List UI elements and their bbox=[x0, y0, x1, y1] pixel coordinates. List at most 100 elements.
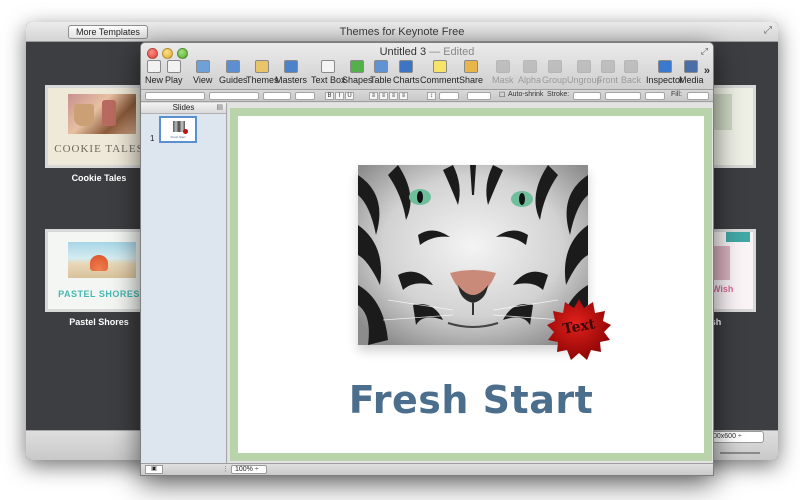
italic-button[interactable]: I bbox=[335, 92, 344, 100]
ungroup-icon bbox=[577, 60, 592, 73]
theme-label-pastel-shores: Pastel Shores bbox=[69, 317, 129, 327]
theme-thumb-title: Wish bbox=[712, 284, 734, 294]
auto-shrink-label: Auto-shrink bbox=[508, 91, 544, 98]
window-toolbar: Untitled 3 — Edited ⤢ New Play View Guides T… bbox=[141, 43, 713, 90]
auto-shrink-checkbox[interactable]: ☐ bbox=[499, 91, 505, 99]
font-family-select[interactable] bbox=[209, 92, 259, 100]
toolbar-label: Inspector bbox=[646, 75, 684, 85]
share-icon bbox=[464, 60, 479, 73]
partial-photo bbox=[712, 246, 730, 280]
toolbar-shapes-button[interactable]: Shapes bbox=[342, 60, 373, 85]
toolbar-label: Shapes bbox=[342, 75, 373, 85]
status-bar: ▣ ⋮ 100% ÷ bbox=[141, 463, 713, 475]
toolbar-view-button[interactable]: View bbox=[193, 60, 212, 85]
toolbar-mask-button[interactable]: Mask bbox=[492, 60, 514, 85]
themes-window-title: Themes for Keynote Free bbox=[339, 26, 465, 38]
font-size-field[interactable] bbox=[295, 92, 315, 100]
stroke-width-select[interactable] bbox=[605, 92, 641, 100]
align-justify-button[interactable]: ≡ bbox=[399, 92, 408, 100]
new-icon bbox=[147, 60, 161, 73]
front-icon bbox=[600, 60, 615, 73]
toolbar-front-button[interactable]: Front bbox=[597, 60, 618, 85]
resize-icon[interactable]: ⤢ bbox=[764, 25, 772, 36]
toolbar-label: Share bbox=[459, 75, 484, 85]
view-icon bbox=[195, 60, 210, 73]
theme-thumb-title: COOKIE TALES bbox=[54, 143, 144, 155]
toolbar-alpha-button[interactable]: Alpha bbox=[518, 60, 541, 85]
columns-select[interactable] bbox=[467, 92, 491, 100]
inspector-icon bbox=[657, 60, 672, 73]
bold-button[interactable]: B bbox=[325, 92, 334, 100]
align-center-button[interactable]: ≡ bbox=[379, 92, 388, 100]
toolbar-label: New bbox=[145, 75, 164, 85]
shapes-icon bbox=[350, 60, 365, 73]
comment-icon bbox=[432, 60, 447, 73]
masters-icon bbox=[284, 60, 298, 73]
slide-size-select[interactable]: 00x600 ÷ bbox=[710, 431, 764, 443]
thumbnail-size-slider[interactable] bbox=[720, 452, 760, 454]
toolbar-label: Charts bbox=[393, 75, 420, 85]
slide-content-area[interactable]: Text Fresh Start bbox=[238, 116, 704, 453]
toolbar-share-button[interactable]: Share bbox=[459, 60, 483, 85]
toolbar-overflow-icon[interactable]: » bbox=[704, 65, 710, 77]
slide-title[interactable]: Fresh Start bbox=[238, 378, 704, 422]
stroke-label: Stroke: bbox=[547, 91, 570, 98]
split-grip-icon[interactable]: ⋮ bbox=[222, 465, 229, 473]
toolbar-table-button[interactable]: Table bbox=[370, 60, 392, 85]
toolbar-play-button[interactable]: Play bbox=[165, 60, 183, 85]
theme-thumb-partial[interactable]: Wish bbox=[712, 229, 756, 312]
mini-slide-title: Fresh Start bbox=[170, 135, 186, 139]
fill-label: Fill: bbox=[671, 91, 682, 98]
toolbar-back-button[interactable]: Back bbox=[621, 60, 641, 85]
table-icon bbox=[373, 60, 388, 73]
zoom-select[interactable]: 100% ÷ bbox=[231, 465, 267, 474]
toolbar-new-button[interactable]: New bbox=[145, 60, 163, 85]
theme-thumb-partial[interactable] bbox=[712, 85, 756, 168]
toolbar-label: Media bbox=[679, 75, 704, 85]
document-name: Untitled 3 bbox=[379, 46, 427, 58]
toolbar-inspector-button[interactable]: Inspector bbox=[646, 60, 683, 85]
toolbar-label: Themes bbox=[246, 75, 279, 85]
font-typeface-select[interactable] bbox=[263, 92, 291, 100]
mini-seal-shape bbox=[183, 129, 188, 134]
document-title: Untitled 3 — Edited bbox=[141, 46, 713, 58]
align-right-button[interactable]: ≡ bbox=[389, 92, 398, 100]
slide-thumbnail-1[interactable]: Fresh Start bbox=[159, 116, 197, 143]
themes-window-titlebar[interactable]: More Templates Themes for Keynote Free ⤢ bbox=[26, 22, 778, 42]
slide-number: 1 bbox=[150, 134, 155, 143]
toolbar-themes-button[interactable]: Themes bbox=[246, 60, 279, 85]
slide-background[interactable]: Text Fresh Start bbox=[230, 108, 712, 461]
themes-icon bbox=[255, 60, 270, 73]
guides-icon bbox=[226, 60, 241, 73]
fullscreen-icon[interactable]: ⤢ bbox=[701, 46, 708, 57]
slide-canvas[interactable]: Text Fresh Start bbox=[228, 103, 713, 465]
toolbar-textbox-button[interactable]: Text Box bbox=[311, 60, 346, 85]
toolbar-label: Masters bbox=[275, 75, 308, 85]
document-status: — Edited bbox=[429, 46, 475, 58]
mask-icon bbox=[495, 60, 510, 73]
media-icon bbox=[684, 60, 699, 73]
group-icon bbox=[547, 60, 562, 73]
toolbar-media-button[interactable]: Media bbox=[679, 60, 704, 85]
stroke-color-well[interactable] bbox=[645, 92, 665, 100]
toolbar-masters-button[interactable]: Masters bbox=[275, 60, 307, 85]
style-select[interactable] bbox=[145, 92, 205, 100]
toolbar-label: Comment bbox=[420, 75, 460, 85]
toolbar-label: Table bbox=[370, 75, 392, 85]
theme-thumb-pastel-shores[interactable]: PASTEL SHORES bbox=[45, 229, 153, 312]
toolbar-label: Alpha bbox=[518, 75, 542, 85]
view-mode-select[interactable]: ▣ bbox=[145, 465, 163, 474]
toolbar-charts-button[interactable]: Charts bbox=[393, 60, 420, 85]
toolbar-group-button[interactable]: Group bbox=[542, 60, 567, 85]
toolbar-comment-button[interactable]: Comment bbox=[420, 60, 459, 85]
stroke-style-select[interactable] bbox=[573, 92, 601, 100]
line-spacing-button[interactable]: ↕ bbox=[427, 92, 436, 100]
underline-button[interactable]: U bbox=[345, 92, 354, 100]
align-left-button[interactable]: ≡ bbox=[369, 92, 378, 100]
navigator-options-icon[interactable]: ▤ bbox=[216, 103, 223, 113]
fill-color-well[interactable] bbox=[687, 92, 709, 100]
toolbar-guides-button[interactable]: Guides bbox=[219, 60, 248, 85]
theme-thumb-cookie-tales[interactable]: COOKIE TALES bbox=[45, 85, 153, 168]
partial-photo bbox=[712, 94, 732, 130]
line-spacing-select[interactable] bbox=[439, 92, 459, 100]
